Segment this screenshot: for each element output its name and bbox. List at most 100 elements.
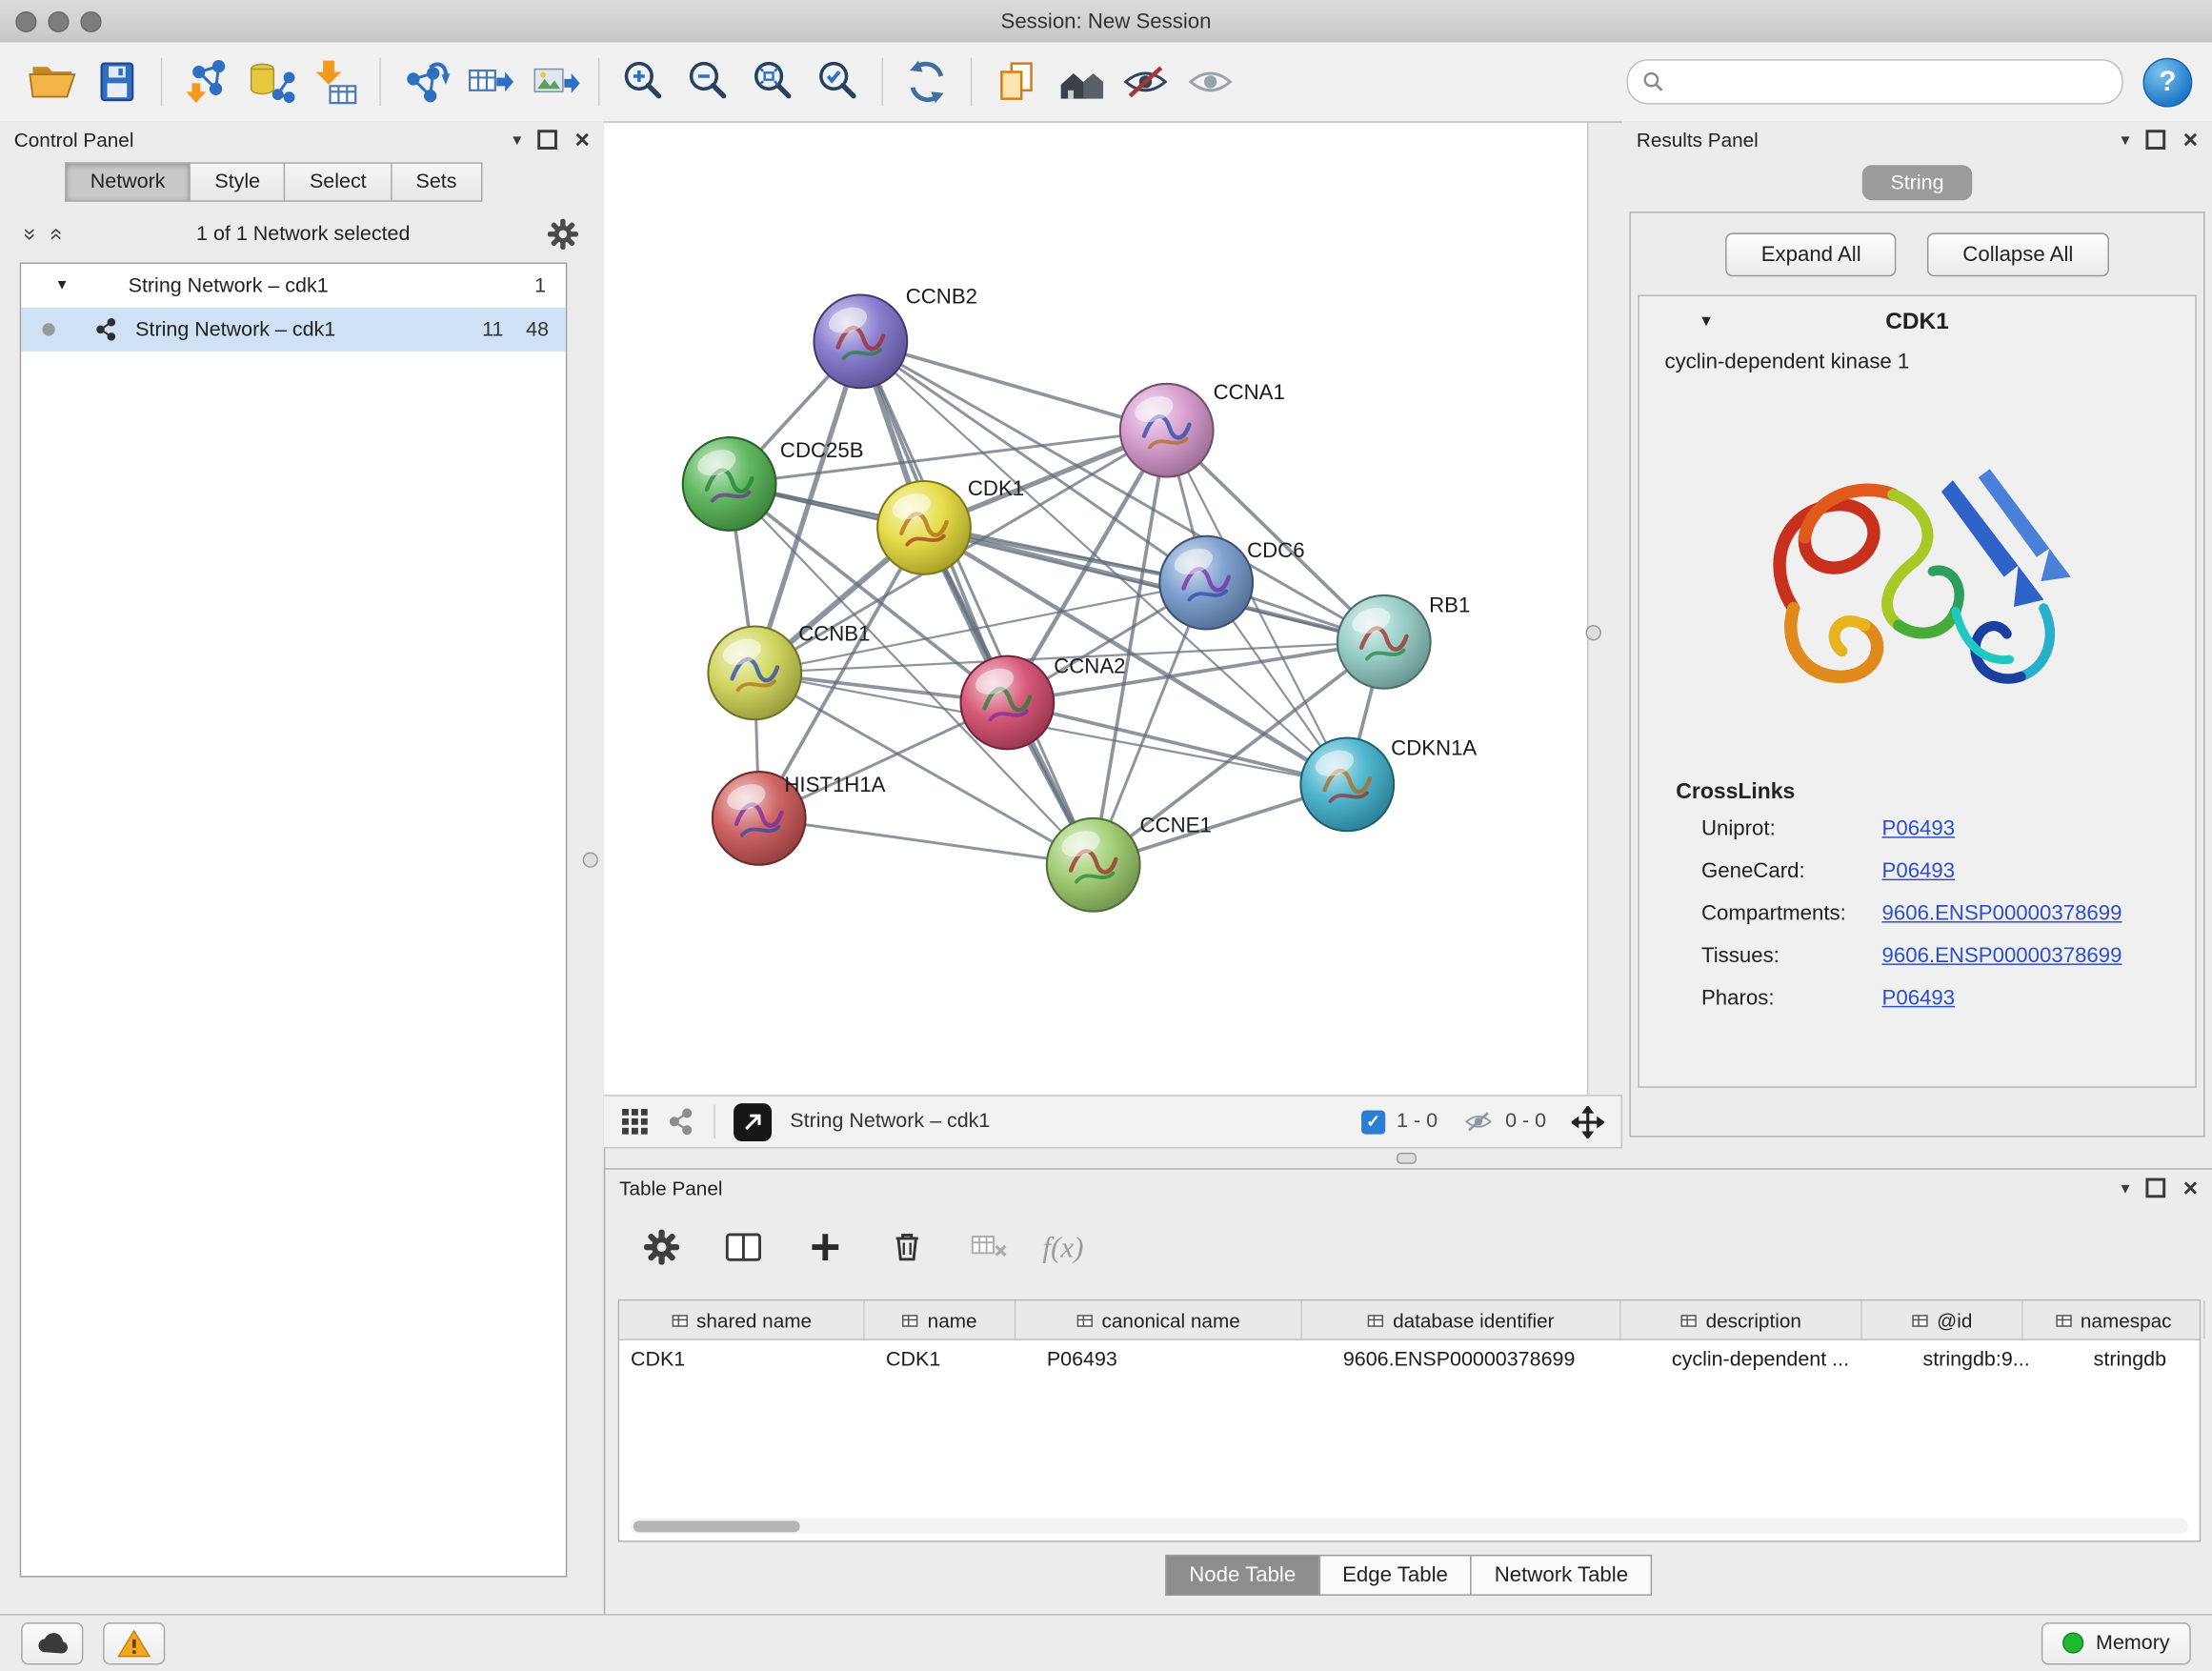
column-header[interactable]: namespac <box>2023 1300 2205 1339</box>
maximize-panel-icon[interactable] <box>2146 1178 2166 1198</box>
crosslink-link[interactable]: 9606.ENSP00000378699 <box>1882 901 2122 925</box>
column-header[interactable]: shared name <box>619 1300 865 1339</box>
table-cell[interactable]: cyclin-dependent ... <box>1660 1340 1912 1379</box>
column-header[interactable]: canonical name <box>1016 1300 1302 1339</box>
add-column-button[interactable] <box>797 1218 854 1275</box>
zoom-fit-button[interactable] <box>740 50 805 114</box>
expand-all-button[interactable]: Expand All <box>1726 232 1897 276</box>
column-header[interactable]: database identifier <box>1302 1300 1621 1339</box>
close-panel-icon[interactable]: × <box>574 127 590 152</box>
memory-button[interactable]: Memory <box>2041 1621 2191 1663</box>
collapse-all-button[interactable]: Collapse All <box>1927 232 2108 276</box>
zoom-window-button[interactable] <box>80 10 101 31</box>
network-node[interactable]: CCNB2 <box>814 284 977 388</box>
network-edge[interactable] <box>759 818 1094 865</box>
export-image-button[interactable] <box>522 50 587 114</box>
network-row[interactable]: String Network – cdk1 11 48 <box>21 308 566 352</box>
warning-button[interactable] <box>103 1621 165 1663</box>
open-session-button[interactable] <box>20 50 85 114</box>
float-panel-icon[interactable]: ▾ <box>2121 131 2129 149</box>
grid-view-icon[interactable] <box>621 1108 650 1137</box>
network-node[interactable]: CCNE1 <box>1047 814 1212 912</box>
crosslink-link[interactable]: P06493 <box>1882 859 1956 883</box>
zoom-selected-button[interactable] <box>806 50 871 114</box>
network-edge[interactable] <box>1007 702 1347 784</box>
close-panel-icon[interactable]: × <box>2183 127 2199 152</box>
save-session-button[interactable] <box>85 50 150 114</box>
network-node[interactable]: CCNA2 <box>960 654 1125 749</box>
network-edge[interactable] <box>860 341 1166 430</box>
delete-column-button[interactable] <box>879 1218 935 1275</box>
apply-layout-button[interactable] <box>895 50 959 114</box>
cybrowser-button[interactable] <box>1048 50 1113 114</box>
table-cell[interactable]: CDK1 <box>875 1340 1036 1379</box>
section-caret-icon[interactable]: ▼ <box>1699 313 1714 331</box>
scrollbar-thumb[interactable] <box>633 1520 800 1532</box>
tab-style[interactable]: Style <box>190 162 285 201</box>
selected-checkbox[interactable]: ✓ <box>1361 1110 1385 1134</box>
float-panel-icon[interactable]: ▾ <box>513 131 521 149</box>
float-panel-icon[interactable]: ▾ <box>2121 1179 2129 1197</box>
table-cell[interactable]: CDK1 <box>619 1340 875 1379</box>
crosslink-link[interactable]: P06493 <box>1882 986 1956 1010</box>
zoom-in-button[interactable] <box>611 50 675 114</box>
close-window-button[interactable] <box>15 10 36 31</box>
table-cell[interactable]: stringdb:9... <box>1912 1340 2082 1379</box>
show-graphics-button[interactable] <box>1178 50 1243 114</box>
documents-button[interactable] <box>983 50 1048 114</box>
network-edge[interactable] <box>860 341 1093 864</box>
maximize-panel-icon[interactable] <box>2146 130 2166 150</box>
splitter-handle[interactable] <box>1586 625 1601 640</box>
tab-node-table[interactable]: Node Table <box>1165 1555 1318 1596</box>
export-table-button[interactable] <box>457 50 522 114</box>
show-columns-button[interactable] <box>715 1218 772 1275</box>
tab-network-table[interactable]: Network Table <box>1471 1555 1653 1596</box>
cloud-button[interactable] <box>21 1621 83 1663</box>
tab-network[interactable]: Network <box>65 162 190 201</box>
zoom-out-button[interactable] <box>675 50 740 114</box>
export-network-button[interactable] <box>392 50 457 114</box>
minimize-window-button[interactable] <box>48 10 69 31</box>
function-builder-button[interactable]: f(x) <box>1042 1230 1083 1265</box>
tab-edge-table[interactable]: Edge Table <box>1318 1555 1471 1596</box>
network-node[interactable]: CCNB1 <box>708 621 870 719</box>
tree-caret-icon[interactable]: ▼ <box>55 278 70 293</box>
collapse-all-icon[interactable]: » <box>17 228 40 240</box>
search-input[interactable] <box>1675 70 2108 95</box>
column-header[interactable]: @id <box>1862 1300 2023 1339</box>
network-options-gear-icon[interactable] <box>545 216 582 253</box>
import-network-file-button[interactable] <box>173 50 238 114</box>
tab-sets[interactable]: Sets <box>391 162 482 201</box>
network-node[interactable]: RB1 <box>1337 594 1470 689</box>
import-table-button[interactable] <box>303 50 368 114</box>
column-header[interactable]: description <box>1621 1300 1862 1339</box>
import-network-database-button[interactable] <box>238 50 303 114</box>
tab-string[interactable]: String <box>1862 165 1973 200</box>
network-node[interactable]: CDK1 <box>877 476 1024 574</box>
delete-table-button[interactable] <box>960 1218 1016 1275</box>
network-view-canvas[interactable]: CCNB2CCNA1CDC25BCDK1CDC6RB1CCNB1CCNA2CDK… <box>604 121 1589 1097</box>
table-row[interactable]: CDK1CDK1P064939606.ENSP00000378699cyclin… <box>619 1340 2200 1379</box>
open-in-new-button[interactable] <box>734 1102 772 1140</box>
expand-all-icon[interactable]: « <box>44 228 67 240</box>
network-collection-row[interactable]: ▼ String Network – cdk1 1 <box>21 264 566 308</box>
table-cell[interactable]: stringdb <box>2082 1340 2212 1379</box>
tab-select[interactable]: Select <box>284 162 391 201</box>
network-node[interactable]: CDKN1A <box>1300 735 1477 831</box>
column-header[interactable]: name <box>865 1300 1016 1339</box>
close-panel-icon[interactable]: × <box>2183 1176 2199 1201</box>
network-node[interactable]: CCNA1 <box>1120 380 1285 476</box>
crosslink-link[interactable]: 9606.ENSP00000378699 <box>1882 944 2122 968</box>
table-settings-button[interactable] <box>633 1218 690 1275</box>
splitter-handle[interactable] <box>1397 1153 1417 1164</box>
help-button[interactable]: ? <box>2142 57 2192 107</box>
splitter-handle[interactable] <box>583 852 598 867</box>
table-cell[interactable]: 9606.ENSP00000378699 <box>1332 1340 1660 1379</box>
hide-graphics-button[interactable] <box>1113 50 1177 114</box>
network-node[interactable]: HIST1H1A <box>713 772 886 865</box>
network-view-share-icon[interactable] <box>667 1108 695 1137</box>
crosslink-link[interactable]: P06493 <box>1882 816 1956 840</box>
maximize-panel-icon[interactable] <box>538 130 558 150</box>
birds-eye-crosshair-icon[interactable] <box>1572 1105 1604 1137</box>
table-cell[interactable]: P06493 <box>1036 1340 1332 1379</box>
